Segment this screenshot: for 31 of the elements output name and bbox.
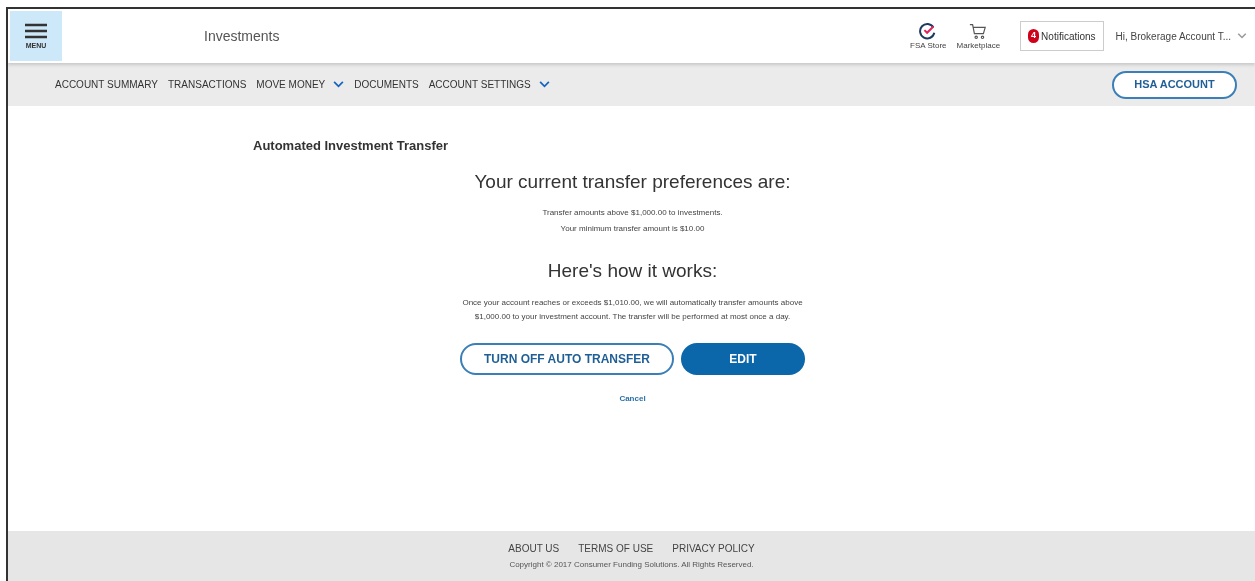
preference-text: Transfer amounts above $1,000.00 to investments. [542,207,723,219]
notification-count-badge: 4 [1028,29,1040,43]
turn-off-button[interactable]: TURN OFF AUTO TRANSFER [460,342,674,375]
shortcut-link[interactable]: Marketplace [956,22,1001,50]
menu-icon [25,23,47,39]
notifications-button[interactable]: 4 Notifications [1020,21,1104,51]
hsa-account-button[interactable]: HSA ACCOUNT [1112,70,1237,99]
chevron-down-icon [333,81,345,88]
footer-link[interactable]: PRIVACY POLICY [672,541,755,556]
nav-link[interactable]: TRANSACTIONS [168,77,247,92]
how-text: Once your account reaches or exceeds $1,010.00, we will automatically transfer amounts above $1,000.00 to your investment account. The transfer will be performed at most once a day. [461,296,804,323]
nav-link[interactable]: ACCOUNT SUMMARY [55,77,158,92]
footer-link[interactable]: TERMS OF USE [578,541,654,556]
nav-link[interactable]: ACCOUNT SETTINGS [428,77,550,92]
preferences-heading: Your current transfer preferences are: [474,169,791,194]
page-title: Investments [204,26,280,46]
preference-text: Your minimum transfer amount is $10.00 [560,223,705,235]
edit-button[interactable]: EDIT [681,342,805,375]
how-heading: Here's how it works: [547,259,718,283]
chevron-down-icon [538,81,550,88]
copyright-text: Copyright © 2017 Consumer Funding Solutions. All Rights Reserved. [509,559,754,571]
section-title: Automated Investment Transfer [253,137,450,155]
nav-link[interactable]: MOVE MONEY [256,77,345,92]
cart-icon [969,22,988,40]
user-menu[interactable]: Hi, Brokerage Account T... [1115,28,1247,44]
nav-link[interactable]: DOCUMENTS [354,77,419,92]
shortcut-link[interactable]: FSA Store [910,22,947,50]
check-circle-icon [919,22,938,40]
chevron-down-icon [1237,33,1247,39]
cancel-link[interactable]: Cancel [619,392,646,405]
footer-link[interactable]: ABOUT US [508,541,560,556]
